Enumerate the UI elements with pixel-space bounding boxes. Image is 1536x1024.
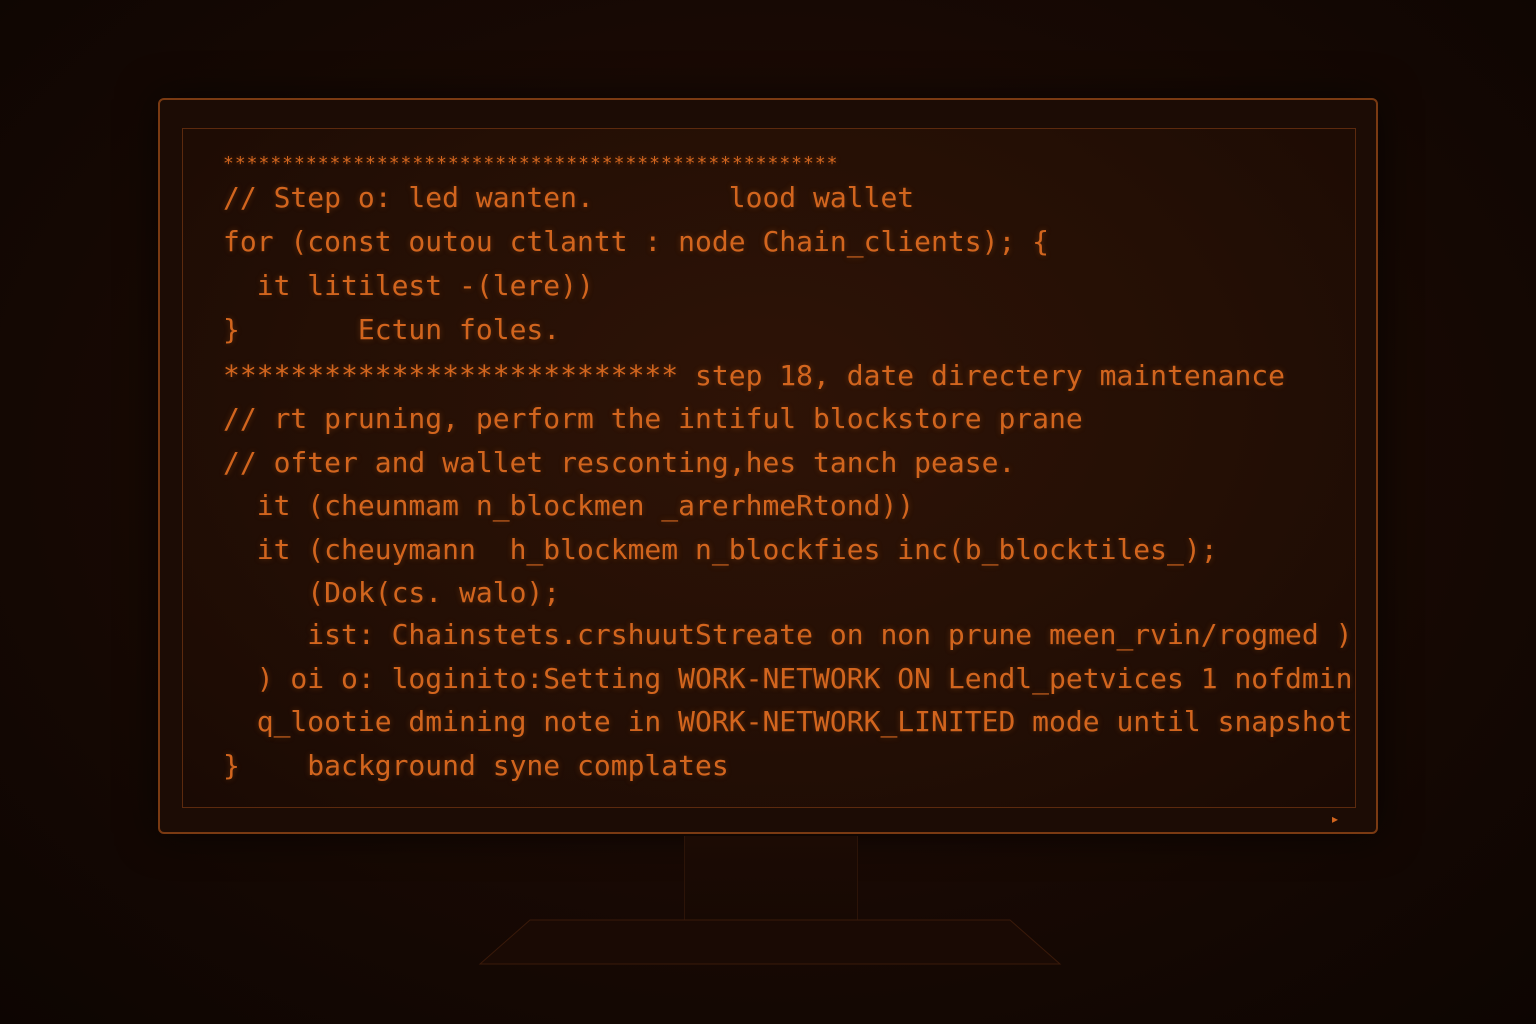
code-line: it (cheuymann h_blockmem n_blockfies inc… [223, 533, 1218, 566]
code-line: // rt pruning, perform the intiful block… [223, 402, 1083, 435]
monitor: ****************************************… [158, 98, 1378, 834]
code-line: q_lootie dmining note in WORK-NETWORK_LI… [223, 705, 1353, 738]
power-indicator-icon[interactable]: ▸ [1332, 812, 1338, 826]
code-line-separator: ****************************************… [223, 153, 839, 174]
monitor-stand-neck [684, 836, 858, 920]
code-line: ist: Chainstets.crshuutStreate on non pr… [223, 618, 1356, 651]
code-line: it litilest -(lere)) [223, 269, 594, 302]
room-background: ****************************************… [0, 0, 1536, 1024]
code-line: (Dok(cs. walo); [223, 576, 561, 609]
code-line: // Step o: led wanten. lood wallet [223, 181, 915, 214]
code-line: it (cheunmam n_blockmen _arerhmeRtond)) [223, 489, 915, 522]
code-line: // ofter and wallet resconting,hes tanch… [223, 446, 1016, 479]
code-line: *************************** step 18, dat… [223, 359, 1286, 392]
terminal-screen: ****************************************… [182, 128, 1356, 808]
code-line: for (const outou ctlantt : node Chain_cl… [223, 225, 1050, 258]
code-line: } Ectun foles. [223, 313, 561, 346]
code-line: } background syne complates [223, 749, 729, 782]
code-line: ) oi o: loginito:Setting WORK-NETWORK ON… [223, 662, 1356, 695]
